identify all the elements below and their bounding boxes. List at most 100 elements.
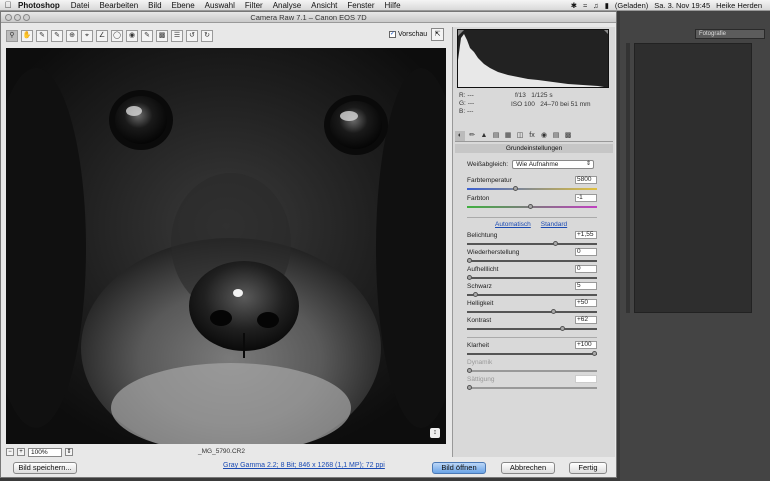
- window-title: Camera Raw 7.1 – Canon EOS 7D: [250, 13, 367, 22]
- default-link[interactable]: Standard: [541, 221, 567, 228]
- tab-basic-icon[interactable]: ◐: [455, 130, 465, 141]
- slider-thumb[interactable]: [553, 241, 559, 246]
- tab-tone-curve-icon[interactable]: ✏: [467, 131, 477, 141]
- crop-tool-icon[interactable]: ⌖: [81, 30, 93, 42]
- clock[interactable]: Sa. 3. Nov 19:45: [654, 1, 710, 10]
- adjustments-panel: R: --- G: --- B: --- f/13 1/125 s ISO 10…: [452, 27, 615, 457]
- tab-hsl-icon[interactable]: ▤: [491, 131, 501, 141]
- zoom-out-button[interactable]: −: [6, 448, 14, 456]
- white-balance-select[interactable]: Wie Aufnahme ⇕: [512, 160, 595, 169]
- slider-thumb[interactable]: [550, 309, 556, 314]
- zoom-level-select[interactable]: 100%: [28, 447, 62, 457]
- zoom-window-button[interactable]: [23, 14, 30, 21]
- battery-icon[interactable]: ▮: [605, 1, 609, 10]
- open-image-button[interactable]: Bild öffnen: [432, 462, 486, 474]
- zoom-tool-icon[interactable]: ⚲: [6, 30, 18, 42]
- slider-thumb[interactable]: [528, 204, 534, 209]
- menu-bar:  Photoshop Datei Bearbeiten Bild Ebene …: [0, 0, 770, 11]
- workspace-switcher[interactable]: Fotografie: [695, 29, 765, 39]
- preview-label: Vorschau: [398, 31, 428, 38]
- menu-fenster[interactable]: Fenster: [347, 1, 374, 10]
- straighten-tool-icon[interactable]: ∠: [96, 30, 108, 42]
- battery-status: (Geladen): [614, 1, 649, 10]
- slider-belichtung[interactable]: Belichtung +1,55: [467, 231, 597, 248]
- targeted-adjustment-tool-icon[interactable]: ⊕: [66, 30, 78, 42]
- tab-presets-icon[interactable]: ▤: [551, 131, 561, 141]
- menu-app-name[interactable]: Photoshop: [18, 1, 60, 10]
- slider-thumb[interactable]: [513, 186, 519, 191]
- volume-icon[interactable]: ♫: [593, 1, 599, 10]
- cancel-button[interactable]: Abbrechen: [501, 462, 555, 474]
- preview-checkbox-row[interactable]: ✓ Vorschau: [389, 31, 427, 38]
- slider-thumb[interactable]: [467, 258, 472, 263]
- red-eye-tool-icon[interactable]: ◉: [126, 30, 138, 42]
- bluetooth-icon[interactable]: ✱: [571, 1, 577, 10]
- slider-wiederherstellung[interactable]: Wiederherstellung 0: [467, 248, 597, 265]
- user-name[interactable]: Heike Herden: [716, 1, 762, 10]
- slider-aufhelllicht[interactable]: Aufhelllicht 0: [467, 265, 597, 282]
- slider-thumb[interactable]: [473, 292, 479, 297]
- adjustment-brush-icon[interactable]: ✎: [141, 30, 153, 42]
- slider-dynamik[interactable]: Dynamik: [467, 359, 597, 375]
- slider-helligkeit[interactable]: Helligkeit +50: [467, 299, 597, 316]
- zoom-select-arrow-icon[interactable]: ⇕: [65, 448, 73, 456]
- slider-thumb[interactable]: [592, 351, 597, 356]
- slider-saettigung[interactable]: Sättigung: [467, 375, 597, 392]
- zoom-bar: − + 100% ⇕ _MG_5790.CR2: [6, 447, 446, 457]
- divider: [467, 337, 597, 338]
- save-image-button[interactable]: Bild speichern...: [13, 462, 77, 474]
- preview-checkbox[interactable]: ✓: [389, 31, 396, 38]
- minimize-window-button[interactable]: [14, 14, 21, 21]
- spot-removal-tool-icon[interactable]: ◯: [111, 30, 123, 42]
- zoom-in-button[interactable]: +: [17, 448, 25, 456]
- lens-info: ISO 100 24–70 bei 51 mm: [511, 101, 591, 108]
- menu-ansicht[interactable]: Ansicht: [311, 1, 337, 10]
- slider-thumb[interactable]: [467, 275, 472, 280]
- graduated-filter-icon[interactable]: ▩: [156, 30, 168, 42]
- tool-bar: ⚲ ✋ ✎ ✎ ⊕ ⌖ ∠ ◯ ◉ ✎ ▩ ☰ ↺ ↻: [6, 27, 446, 45]
- slider-thumb[interactable]: [467, 368, 472, 373]
- workflow-options-link[interactable]: Gray Gamma 2.2; 8 Bit; 846 x 1268 (1,1 M…: [223, 462, 385, 469]
- image-preview[interactable]: ↕: [6, 48, 446, 444]
- panel-tabs: ◐ ✏ ▲ ▤ ▦ ◫ fx ◉ ▤ ▩: [455, 130, 613, 142]
- hand-tool-icon[interactable]: ✋: [21, 30, 33, 42]
- menu-ebene[interactable]: Ebene: [172, 1, 195, 10]
- panel-dock: [634, 43, 752, 313]
- image-info-icon[interactable]: ↕: [430, 428, 440, 438]
- slider-thumb[interactable]: [467, 385, 472, 390]
- menu-bearbeiten[interactable]: Bearbeiten: [99, 1, 138, 10]
- tab-effects-icon[interactable]: fx: [527, 131, 537, 141]
- dog-photo: [6, 48, 446, 444]
- rotate-right-icon[interactable]: ↻: [201, 30, 213, 42]
- color-sampler-tool-icon[interactable]: ✎: [51, 30, 63, 42]
- white-balance-tool-icon[interactable]: ✎: [36, 30, 48, 42]
- done-button[interactable]: Fertig: [569, 462, 607, 474]
- wifi-icon[interactable]: ≈: [583, 1, 587, 10]
- rgb-readout: R: --- G: --- B: ---: [459, 92, 475, 115]
- auto-link[interactable]: Automatisch: [495, 221, 531, 228]
- menu-filter[interactable]: Filter: [245, 1, 263, 10]
- menu-analyse[interactable]: Analyse: [273, 1, 301, 10]
- menu-datei[interactable]: Datei: [71, 1, 90, 10]
- slider-thumb[interactable]: [559, 326, 565, 331]
- menu-auswahl[interactable]: Auswahl: [205, 1, 235, 10]
- slider-klarheit[interactable]: Klarheit +100: [467, 341, 597, 358]
- fullscreen-toggle-icon[interactable]: ⇱: [431, 28, 444, 41]
- menu-bild[interactable]: Bild: [148, 1, 161, 10]
- slider-farbtemperatur[interactable]: Farbtemperatur 5800: [467, 176, 597, 193]
- preferences-icon[interactable]: ☰: [171, 30, 183, 42]
- tab-snapshots-icon[interactable]: ▩: [563, 131, 573, 141]
- slider-schwarz[interactable]: Schwarz 5: [467, 282, 597, 299]
- apple-icon[interactable]: : [0, 0, 16, 10]
- tab-lens-icon[interactable]: ◫: [515, 131, 525, 141]
- tab-detail-icon[interactable]: ▲: [479, 131, 489, 141]
- tab-camera-calibration-icon[interactable]: ◉: [539, 131, 549, 141]
- white-balance-row: Weißabgleich: Wie Aufnahme ⇕: [467, 160, 595, 169]
- tab-split-toning-icon[interactable]: ▦: [503, 131, 513, 141]
- slider-farbton[interactable]: Farbton -1: [467, 194, 597, 211]
- panel-dock-strip: [626, 43, 630, 313]
- slider-kontrast[interactable]: Kontrast +62: [467, 316, 597, 333]
- menu-hilfe[interactable]: Hilfe: [385, 1, 401, 10]
- rotate-left-icon[interactable]: ↺: [186, 30, 198, 42]
- close-window-button[interactable]: [5, 14, 12, 21]
